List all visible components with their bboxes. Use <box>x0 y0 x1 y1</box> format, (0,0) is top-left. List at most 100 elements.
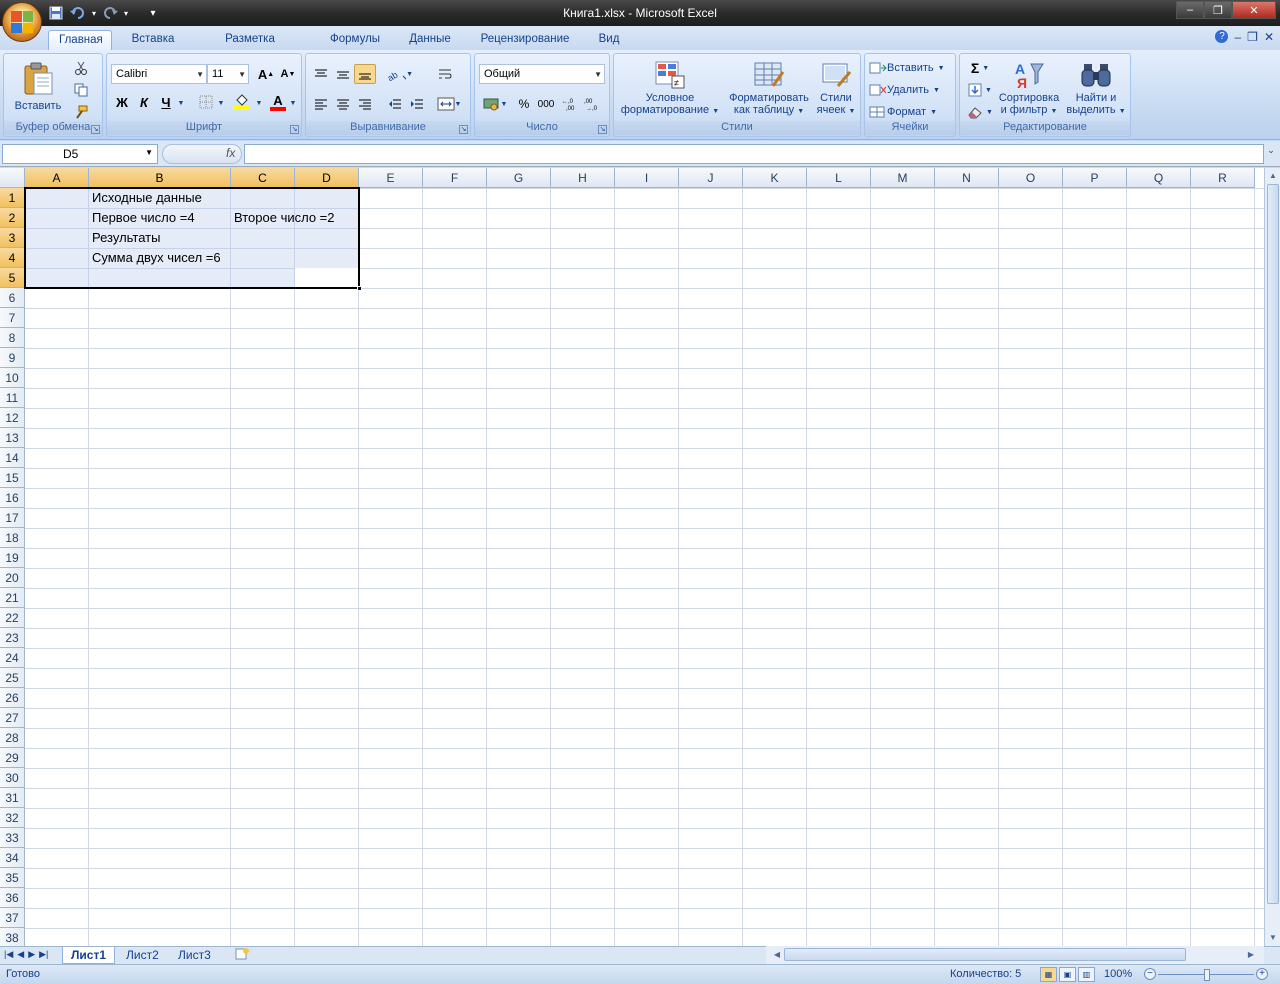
scroll-left-icon[interactable]: ◀ <box>770 948 784 962</box>
row-header-17[interactable]: 17 <box>0 508 25 528</box>
italic-button[interactable]: К <box>133 92 155 112</box>
zoom-out-button[interactable]: − <box>1144 968 1156 980</box>
restore-button[interactable]: ❐ <box>1204 1 1232 19</box>
page-layout-view-icon[interactable]: ▣ <box>1059 967 1076 982</box>
page-break-view-icon[interactable]: ▥ <box>1078 967 1095 982</box>
row-header-37[interactable]: 37 <box>0 908 25 928</box>
ribbon-restore-icon[interactable]: ❐ <box>1247 30 1258 44</box>
row-header-36[interactable]: 36 <box>0 888 25 908</box>
row-header-7[interactable]: 7 <box>0 308 25 328</box>
first-sheet-icon[interactable]: |◀ <box>4 949 13 960</box>
row-header-35[interactable]: 35 <box>0 868 25 888</box>
close-button[interactable]: ✕ <box>1232 1 1276 19</box>
row-header-22[interactable]: 22 <box>0 608 25 628</box>
thousands-separator-button[interactable]: 000 <box>535 94 557 114</box>
row-header-9[interactable]: 9 <box>0 348 25 368</box>
increase-indent-icon[interactable] <box>406 94 428 114</box>
last-sheet-icon[interactable]: ▶| <box>39 949 48 960</box>
text-orientation-icon[interactable]: ab ▼ <box>384 64 414 84</box>
align-left-icon[interactable] <box>310 94 332 114</box>
row-header-21[interactable]: 21 <box>0 588 25 608</box>
tab-data[interactable]: Данные <box>398 30 462 50</box>
row-header-8[interactable]: 8 <box>0 328 25 348</box>
row-header-28[interactable]: 28 <box>0 728 25 748</box>
tab-page-layout[interactable]: Разметка страницы <box>190 30 310 63</box>
row-header-4[interactable]: 4 <box>0 248 25 268</box>
column-header-g[interactable]: G <box>487 168 551 188</box>
tab-formulas[interactable]: Формулы <box>320 30 390 50</box>
copy-icon[interactable] <box>70 80 92 100</box>
tab-insert[interactable]: Вставка <box>118 30 188 50</box>
font-name-combo[interactable]: Calibri ▼ <box>111 64 207 84</box>
scroll-down-icon[interactable]: ▼ <box>1266 931 1280 945</box>
column-header-b[interactable]: B <box>89 168 231 188</box>
wrap-text-icon[interactable] <box>434 64 456 84</box>
number-format-combo[interactable]: Общий ▼ <box>479 64 605 84</box>
row-header-5[interactable]: 5 <box>0 268 25 288</box>
column-header-f[interactable]: F <box>423 168 487 188</box>
undo-icon[interactable] <box>68 4 88 22</box>
shrink-font-button[interactable]: A ▼ <box>277 64 299 84</box>
ribbon-close-icon[interactable]: ✕ <box>1264 30 1274 44</box>
row-header-14[interactable]: 14 <box>0 448 25 468</box>
font-color-dropdown-icon[interactable]: ▼ <box>289 96 297 110</box>
office-button[interactable] <box>2 2 42 42</box>
scroll-right-icon[interactable]: ▶ <box>1244 948 1258 962</box>
sheet-tab-2[interactable]: Лист2 <box>118 947 167 964</box>
normal-view-icon[interactable]: ▦ <box>1040 967 1057 982</box>
zoom-in-button[interactable]: + <box>1256 968 1268 980</box>
percent-format-button[interactable]: % <box>513 94 535 114</box>
zoom-slider[interactable]: − + <box>1144 968 1270 982</box>
redo-icon[interactable] <box>100 4 120 22</box>
formula-input[interactable] <box>244 144 1264 164</box>
row-header-20[interactable]: 20 <box>0 568 25 588</box>
align-middle-icon[interactable] <box>332 64 354 84</box>
fill-color-button[interactable] <box>231 92 253 112</box>
zoom-level[interactable]: 100% <box>1104 968 1132 980</box>
row-header-27[interactable]: 27 <box>0 708 25 728</box>
column-header-k[interactable]: K <box>743 168 807 188</box>
fill-handle[interactable] <box>357 286 362 291</box>
row-header-29[interactable]: 29 <box>0 748 25 768</box>
row-header-38[interactable]: 38 <box>0 928 25 946</box>
expand-formula-bar-icon[interactable]: ⌄ <box>1265 145 1277 163</box>
fill-button[interactable]: ▼ <box>964 80 996 100</box>
borders-icon[interactable] <box>195 92 217 112</box>
name-box[interactable]: D5 ▼ <box>2 144 158 164</box>
active-cell[interactable] <box>295 268 358 287</box>
column-header-q[interactable]: Q <box>1127 168 1191 188</box>
format-painter-icon[interactable] <box>70 102 92 122</box>
row-header-25[interactable]: 25 <box>0 668 25 688</box>
align-center-icon[interactable] <box>332 94 354 114</box>
column-header-i[interactable]: I <box>615 168 679 188</box>
number-launcher-icon[interactable]: ↘ <box>598 125 607 134</box>
customize-qat-icon[interactable]: ▾ <box>146 4 160 22</box>
align-top-icon[interactable] <box>310 64 332 84</box>
underline-dropdown-icon[interactable]: ▼ <box>177 96 185 110</box>
clear-button[interactable]: ▼ <box>964 102 996 122</box>
minimize-button[interactable]: – <box>1176 1 1204 19</box>
align-right-icon[interactable] <box>354 94 376 114</box>
tab-home[interactable]: Главная <box>48 30 112 50</box>
column-header-o[interactable]: O <box>999 168 1063 188</box>
autosum-button[interactable]: Σ ▼ <box>964 58 996 78</box>
row-header-15[interactable]: 15 <box>0 468 25 488</box>
tab-view[interactable]: Вид <box>588 30 630 50</box>
column-header-d[interactable]: D <box>295 168 359 188</box>
row-header-2[interactable]: 2 <box>0 208 25 228</box>
paste-button[interactable]: Вставить <box>12 58 64 116</box>
row-header-26[interactable]: 26 <box>0 688 25 708</box>
insert-cells-button[interactable]: Вставить ▼ <box>869 58 945 78</box>
conditional-formatting-button[interactable]: ≠ Условное форматирование ▼ <box>618 56 722 120</box>
horizontal-scroll-thumb[interactable] <box>784 948 1186 961</box>
increase-decimal-icon[interactable]: ←,0,00 <box>561 94 583 114</box>
row-header-19[interactable]: 19 <box>0 548 25 568</box>
row-header-3[interactable]: 3 <box>0 228 25 248</box>
cell-b4[interactable]: Сумма двух чисел =6 <box>89 248 221 268</box>
worksheet-grid[interactable]: A B C D E F G H I J K L M N O P Q R 1 2 3 4 5 6 7 8 9 10 11 12 13 14 15 1… <box>0 168 1264 946</box>
prev-sheet-icon[interactable]: ◀ <box>17 949 24 960</box>
vertical-scroll-thumb[interactable] <box>1267 184 1279 904</box>
currency-format-icon[interactable]: ▼ <box>479 94 511 114</box>
cell-b1[interactable]: Исходные данные <box>89 188 202 208</box>
format-as-table-button[interactable]: Форматировать как таблицу ▼ <box>724 56 814 120</box>
